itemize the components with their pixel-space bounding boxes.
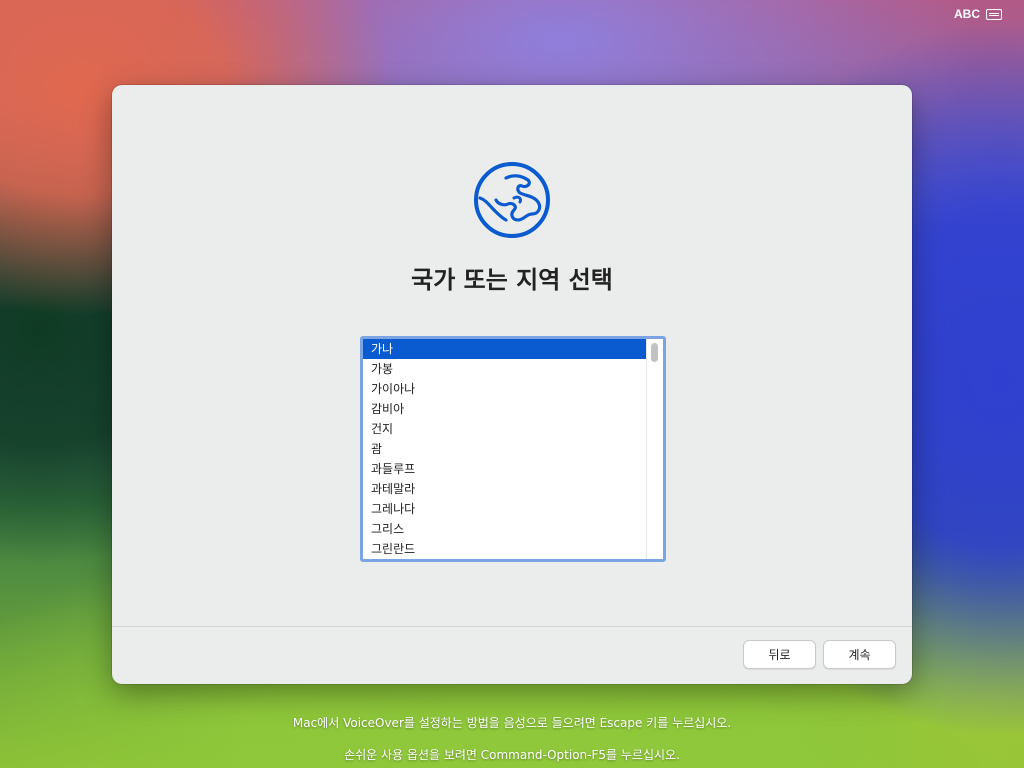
footer-divider bbox=[112, 626, 912, 627]
country-list-rows: 가나 가봉 가이아나 감비아 건지 괌 과들루프 과테말라 그레나다 그리스 그린란드 bbox=[363, 339, 647, 559]
country-list-item[interactable]: 그레나다 bbox=[363, 499, 647, 519]
country-list[interactable]: 가나 가봉 가이아나 감비아 건지 괌 과들루프 과테말라 그레나다 그리스 그린란드 bbox=[360, 336, 666, 562]
country-list-item[interactable]: 과들루프 bbox=[363, 459, 647, 479]
keyboard-icon bbox=[986, 8, 1002, 20]
country-list-item[interactable]: 괌 bbox=[363, 439, 647, 459]
list-scroll-thumb[interactable] bbox=[651, 343, 658, 362]
accessibility-hint: 손쉬운 사용 옵션을 보려면 Command-Option-F5를 누르십시오. bbox=[344, 748, 680, 762]
list-scrollbar[interactable] bbox=[646, 339, 663, 559]
country-list-item[interactable]: 가나 bbox=[363, 339, 647, 359]
back-button[interactable]: 뒤로 bbox=[743, 640, 816, 669]
voiceover-hint: Mac에서 VoiceOver를 설정하는 방법을 음성으로 들으려면 Esca… bbox=[292, 716, 732, 730]
country-list-item[interactable]: 가이아나 bbox=[363, 379, 647, 399]
setup-assistant-window: 국가 또는 지역 선택 가나 가봉 가이아나 감비아 건지 괌 과들루프 과테말라 그레나다 그리… bbox=[112, 85, 912, 684]
input-source-menu[interactable]: ABC bbox=[954, 7, 1002, 21]
country-list-item[interactable]: 가봉 bbox=[363, 359, 647, 379]
continue-button[interactable]: 계속 bbox=[823, 640, 896, 669]
country-list-item[interactable]: 그리스 bbox=[363, 519, 647, 539]
input-source-label: ABC bbox=[954, 7, 980, 21]
country-list-item[interactable]: 건지 bbox=[363, 419, 647, 439]
country-list-item[interactable]: 과테말라 bbox=[363, 479, 647, 499]
country-list-item[interactable]: 감비아 bbox=[363, 399, 647, 419]
globe-icon bbox=[474, 162, 550, 238]
country-list-item[interactable]: 그린란드 bbox=[363, 539, 647, 559]
page-title: 국가 또는 지역 선택 bbox=[411, 266, 613, 294]
